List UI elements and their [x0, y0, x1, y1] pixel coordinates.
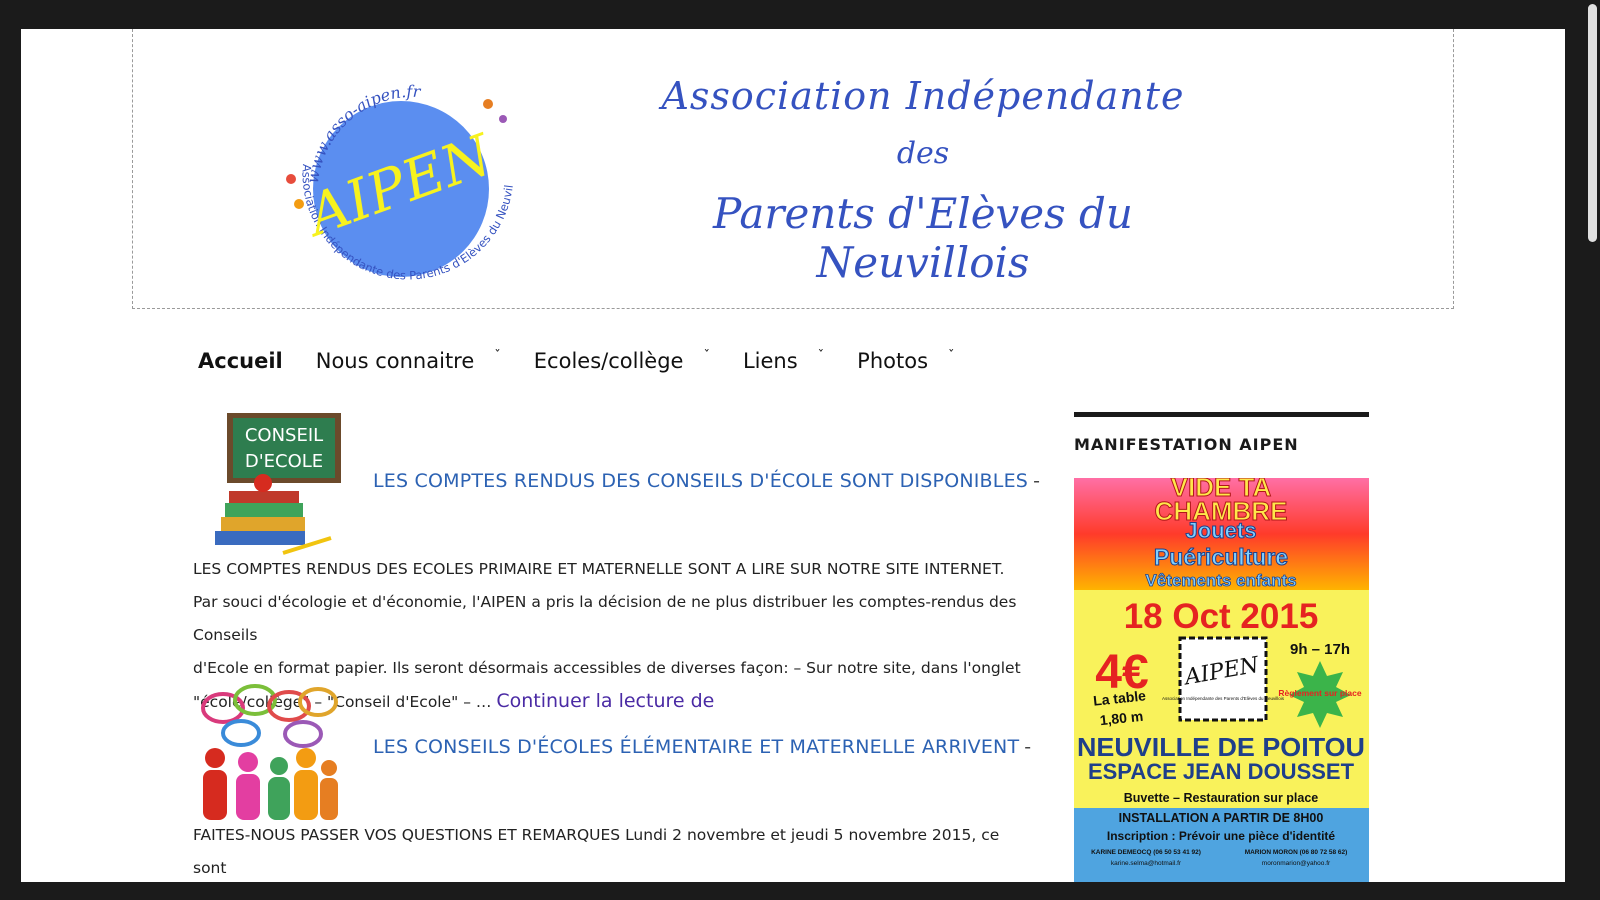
post-title-link[interactable]: LES CONSEILS D'ÉCOLES ÉLÉMENTAIRE ET MAT… [373, 736, 1019, 758]
books-icon [215, 474, 332, 555]
post-excerpt-line: FAITES-NOUS PASSER VOS QUESTIONS ET REMA… [193, 826, 1000, 877]
nav-item-ecoles-college[interactable]: Ecoles/collège ˇ [533, 349, 710, 374]
banner-line-3: Parents d'Elèves du Neuvillois [713, 189, 1133, 287]
poster-food: Buvette – Restauration sur place [1124, 791, 1319, 805]
poster-inscription: Inscription : Prévoir une pièce d'identi… [1107, 829, 1336, 843]
banner-line-1: Association Indépendante [661, 74, 1185, 118]
thumb-text-line2: D'ECOLE [245, 451, 323, 472]
post-excerpt-line: Par souci d'écologie et d'économie, l'AI… [193, 593, 1017, 644]
poster-hours: 9h – 17h [1290, 641, 1350, 658]
poster-email2: moronmarion@yahoo.fr [1262, 860, 1331, 867]
event-poster-graphic: VIDE TA CHAMBRE Jouets Puériculture Vête… [1074, 478, 1369, 882]
sidebar-widget-title: MANIFESTATION AIPEN [1074, 435, 1299, 454]
chevron-down-icon[interactable]: ˇ [494, 349, 501, 364]
banner-title: Association Indépendante des Parents d'E… [603, 74, 1243, 287]
browser-page: www.asso-aipen.fr Association Indépendan… [21, 29, 1565, 882]
scrollbar-thumb[interactable] [1588, 4, 1597, 242]
page-scrollbar[interactable] [1586, 0, 1600, 900]
poster-email1: karine.selma@hotmail.fr [1111, 860, 1182, 867]
aipen-logo[interactable]: www.asso-aipen.fr Association Indépendan… [273, 64, 533, 296]
nav-item-label: Liens [742, 349, 798, 373]
poster-price-note2: 1,80 m [1099, 708, 1144, 728]
poster-date: 18 Oct 2015 [1124, 597, 1319, 636]
read-more-link[interactable]: Continuer la lecture de [496, 690, 714, 712]
poster-contact1: KARINE DEMEOCQ (06 50 53 41 92) [1091, 849, 1201, 856]
post-excerpt-line: LES COMPTES RENDUS DES ECOLES PRIMAIRE E… [193, 560, 1005, 578]
chevron-down-icon[interactable]: ˇ [948, 349, 955, 364]
post-title-1[interactable]: LES COMPTES RENDUS DES CONSEILS D'ÉCOLE … [373, 470, 1040, 492]
poster-install: INSTALLATION A PARTIR DE 8H00 [1119, 811, 1324, 825]
chevron-down-icon[interactable]: ˇ [703, 349, 710, 364]
nav-item-accueil[interactable]: Accueil [198, 349, 283, 373]
event-poster[interactable]: VIDE TA CHAMBRE Jouets Puériculture Vête… [1074, 478, 1369, 882]
people-figures-icon [203, 748, 338, 820]
post-thumbnail-conseils-ecoles[interactable] [193, 678, 341, 823]
poster-line3: Jouets [1186, 518, 1257, 543]
poster-line4: Puériculture [1154, 544, 1288, 570]
poster-contact2: MARION MORON (06 80 72 58 62) [1245, 849, 1348, 856]
main-navigation: Accueil Nous connaitre ˇ Ecoles/collège … [198, 349, 988, 374]
nav-item-label: Photos [857, 349, 929, 373]
post-title-link[interactable]: LES COMPTES RENDUS DES CONSEILS D'ÉCOLE … [373, 470, 1028, 492]
nav-item-nous-connaitre[interactable]: Nous connaitre ˇ [315, 349, 501, 374]
post-title-2[interactable]: LES CONSEILS D'ÉCOLES ÉLÉMENTAIRE ET MAT… [373, 736, 1031, 758]
nav-item-photos[interactable]: Photos ˇ [857, 349, 955, 374]
chevron-down-icon[interactable]: ˇ [818, 349, 825, 364]
post-excerpt-2: FAITES-NOUS PASSER VOS QUESTIONS ET REMA… [193, 819, 1023, 882]
poster-town: NEUVILLE DE POITOU [1077, 732, 1365, 762]
post-title-separator: - [1033, 470, 1041, 492]
nav-item-label: Accueil [198, 349, 283, 373]
poster-logo-caption: Association Indépendante des Parents d'E… [1162, 696, 1285, 701]
poster-line5: Vêtements enfants [1145, 571, 1296, 590]
poster-badge: Règlement sur place [1278, 688, 1361, 698]
poster-venue: ESPACE JEAN DOUSSET [1088, 759, 1355, 784]
sidebar-divider [1074, 412, 1369, 417]
nav-item-liens[interactable]: Liens ˇ [742, 349, 825, 374]
nav-item-label: Nous connaitre [315, 349, 475, 373]
banner-line-2: des [896, 136, 950, 171]
nav-item-label: Ecoles/collège [533, 349, 684, 373]
thumb-text-line1: CONSEIL [245, 425, 323, 446]
post-title-separator: - [1024, 736, 1032, 758]
speech-bubbles-icon [201, 684, 338, 748]
post-thumbnail-conseil-ecole[interactable]: CONSEIL D'ECOLE [193, 413, 341, 558]
site-header-banner[interactable]: www.asso-aipen.fr Association Indépendan… [132, 29, 1454, 309]
